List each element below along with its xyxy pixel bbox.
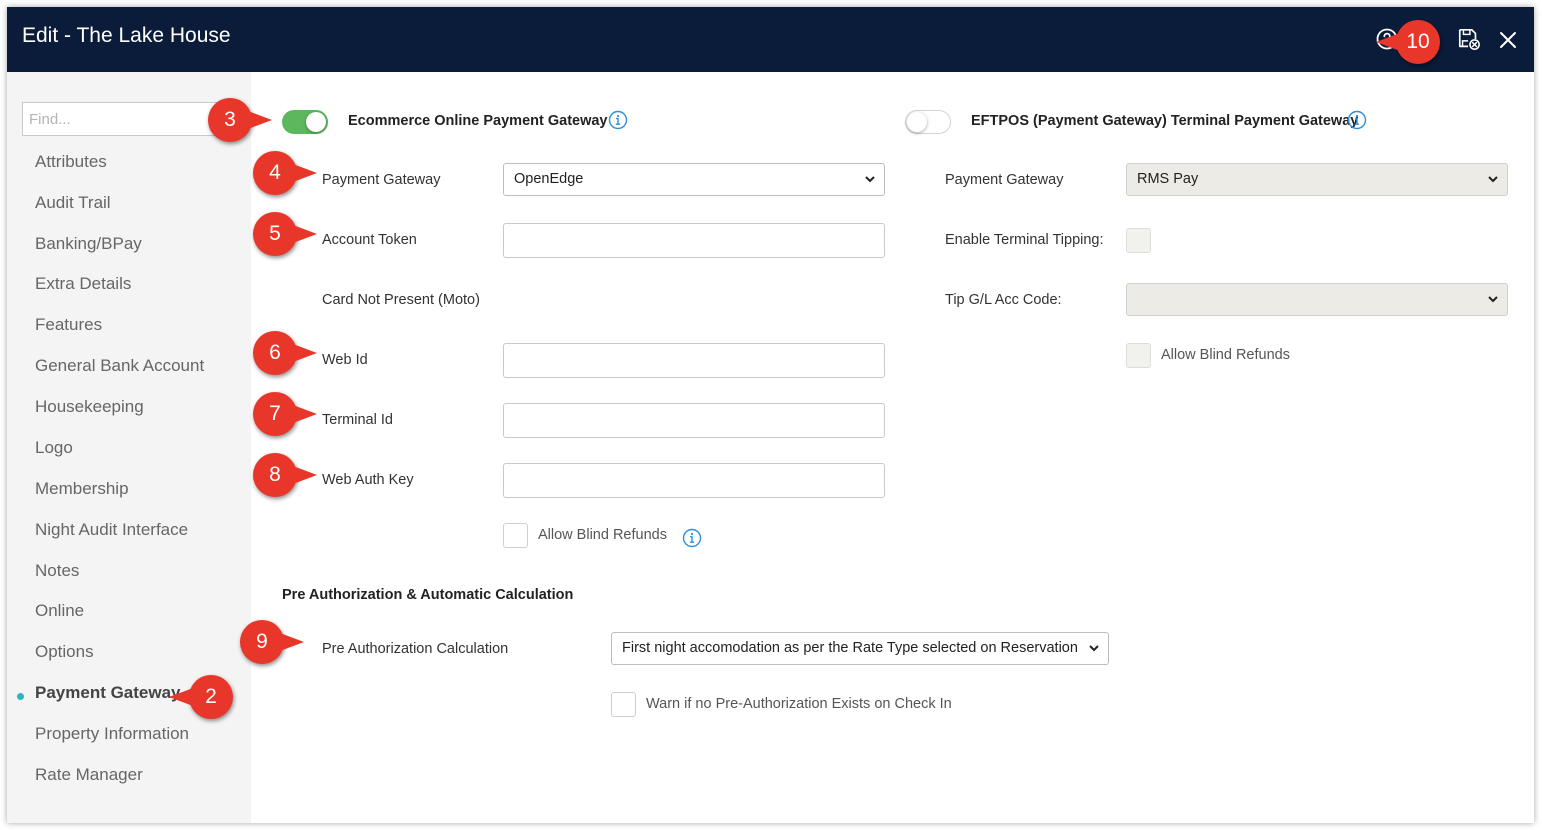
web-auth-key-input[interactable] — [503, 463, 885, 498]
edit-dialog: Edit - The Lake House Attributes Audit T… — [7, 7, 1534, 823]
ecommerce-allow-blind-refunds-label: Allow Blind Refunds — [538, 527, 667, 543]
eftpos-gateway-value: RMS Pay — [1137, 171, 1199, 187]
sidebar-item-logo[interactable]: Logo — [35, 438, 73, 458]
eftpos-gateway-label: Payment Gateway — [945, 172, 1064, 188]
chevron-down-icon — [1488, 176, 1498, 183]
sidebar-item-banking-bpay[interactable]: Banking/BPay — [35, 234, 142, 254]
terminal-id-label: Terminal Id — [322, 412, 393, 428]
sidebar-item-rate-manager[interactable]: Rate Manager — [35, 765, 143, 785]
sidebar-item-online[interactable]: Online — [35, 601, 84, 621]
tip-gl-label: Tip G/L Acc Code: — [945, 292, 1062, 308]
account-token-input[interactable] — [503, 223, 885, 258]
callout-5: 5 — [253, 212, 317, 256]
terminal-id-input[interactable] — [503, 403, 885, 438]
account-token-label: Account Token — [322, 232, 417, 248]
ecommerce-gateway-value: OpenEdge — [514, 171, 584, 187]
callout-10: 10 — [1376, 20, 1440, 64]
tip-gl-select[interactable] — [1126, 283, 1508, 316]
sidebar-item-payment-gateway[interactable]: Payment Gateway — [35, 683, 181, 703]
find-input[interactable] — [22, 102, 222, 136]
web-id-input[interactable] — [503, 343, 885, 378]
toggle-knob — [907, 112, 927, 132]
ecommerce-gateway-label: Payment Gateway — [322, 172, 441, 188]
save-close-icon[interactable] — [1457, 27, 1481, 51]
dialog-titlebar: Edit - The Lake House — [7, 7, 1534, 72]
ecommerce-gateway-title: Ecommerce Online Payment Gateway — [348, 113, 608, 129]
callout-2: 2 — [169, 675, 233, 719]
eftpos-allow-blind-refunds-label: Allow Blind Refunds — [1161, 347, 1290, 363]
dialog-title: Edit - The Lake House — [22, 24, 231, 47]
terminal-tipping-checkbox[interactable] — [1126, 228, 1151, 253]
sidebar-item-features[interactable]: Features — [35, 315, 102, 335]
payment-gateway-panel: Ecommerce Online Payment Gateway Payment… — [251, 72, 1534, 823]
callout-6: 6 — [253, 331, 317, 375]
sidebar-item-notes[interactable]: Notes — [35, 561, 79, 581]
card-not-present-label: Card Not Present (Moto) — [322, 292, 480, 308]
preauth-warn-label: Warn if no Pre-Authorization Exists on C… — [646, 696, 952, 712]
ecommerce-gateway-toggle[interactable] — [282, 110, 328, 134]
preauth-calc-label: Pre Authorization Calculation — [322, 641, 509, 657]
toggle-knob — [306, 112, 326, 132]
info-icon[interactable] — [1347, 110, 1367, 130]
eftpos-allow-blind-refunds-checkbox[interactable] — [1126, 343, 1151, 368]
callout-4: 4 — [253, 151, 317, 195]
ecommerce-gateway-select[interactable]: OpenEdge — [503, 163, 885, 196]
web-auth-key-label: Web Auth Key — [322, 472, 414, 488]
preauth-calc-select[interactable]: First night accomodation as per the Rate… — [611, 632, 1109, 665]
preauth-warn-checkbox[interactable] — [611, 692, 636, 717]
chevron-down-icon — [1488, 296, 1498, 303]
chevron-down-icon — [1089, 645, 1099, 652]
sidebar-item-membership[interactable]: Membership — [35, 479, 129, 499]
ecommerce-allow-blind-refunds-checkbox[interactable] — [503, 523, 528, 548]
chevron-down-icon — [865, 176, 875, 183]
callout-7: 7 — [253, 392, 317, 436]
callout-8: 8 — [253, 453, 317, 497]
sidebar-item-general-bank-account[interactable]: General Bank Account — [35, 356, 204, 376]
callout-3: 3 — [208, 98, 272, 142]
callout-9: 9 — [240, 620, 304, 664]
web-id-label: Web Id — [322, 352, 368, 368]
sidebar-item-property-information[interactable]: Property Information — [35, 724, 189, 744]
sidebar-item-attributes[interactable]: Attributes — [35, 152, 107, 172]
eftpos-gateway-title: EFTPOS (Payment Gateway) Terminal Paymen… — [971, 113, 1359, 129]
eftpos-gateway-select[interactable]: RMS Pay — [1126, 163, 1508, 196]
sidebar-item-night-audit-interface[interactable]: Night Audit Interface — [35, 520, 188, 540]
close-icon[interactable] — [1496, 28, 1520, 52]
preauth-calc-value: First night accomodation as per the Rate… — [622, 640, 1078, 656]
info-icon[interactable] — [608, 110, 628, 130]
eftpos-gateway-toggle[interactable] — [905, 110, 951, 134]
terminal-tipping-label: Enable Terminal Tipping: — [945, 232, 1104, 248]
info-icon[interactable] — [682, 528, 702, 548]
sidebar-item-housekeeping[interactable]: Housekeeping — [35, 397, 144, 417]
sidebar-item-options[interactable]: Options — [35, 642, 94, 662]
sidebar-item-audit-trail[interactable]: Audit Trail — [35, 193, 111, 213]
preauth-section-title: Pre Authorization & Automatic Calculatio… — [282, 587, 574, 603]
active-indicator-dot — [17, 693, 24, 700]
sidebar-item-extra-details[interactable]: Extra Details — [35, 274, 131, 294]
